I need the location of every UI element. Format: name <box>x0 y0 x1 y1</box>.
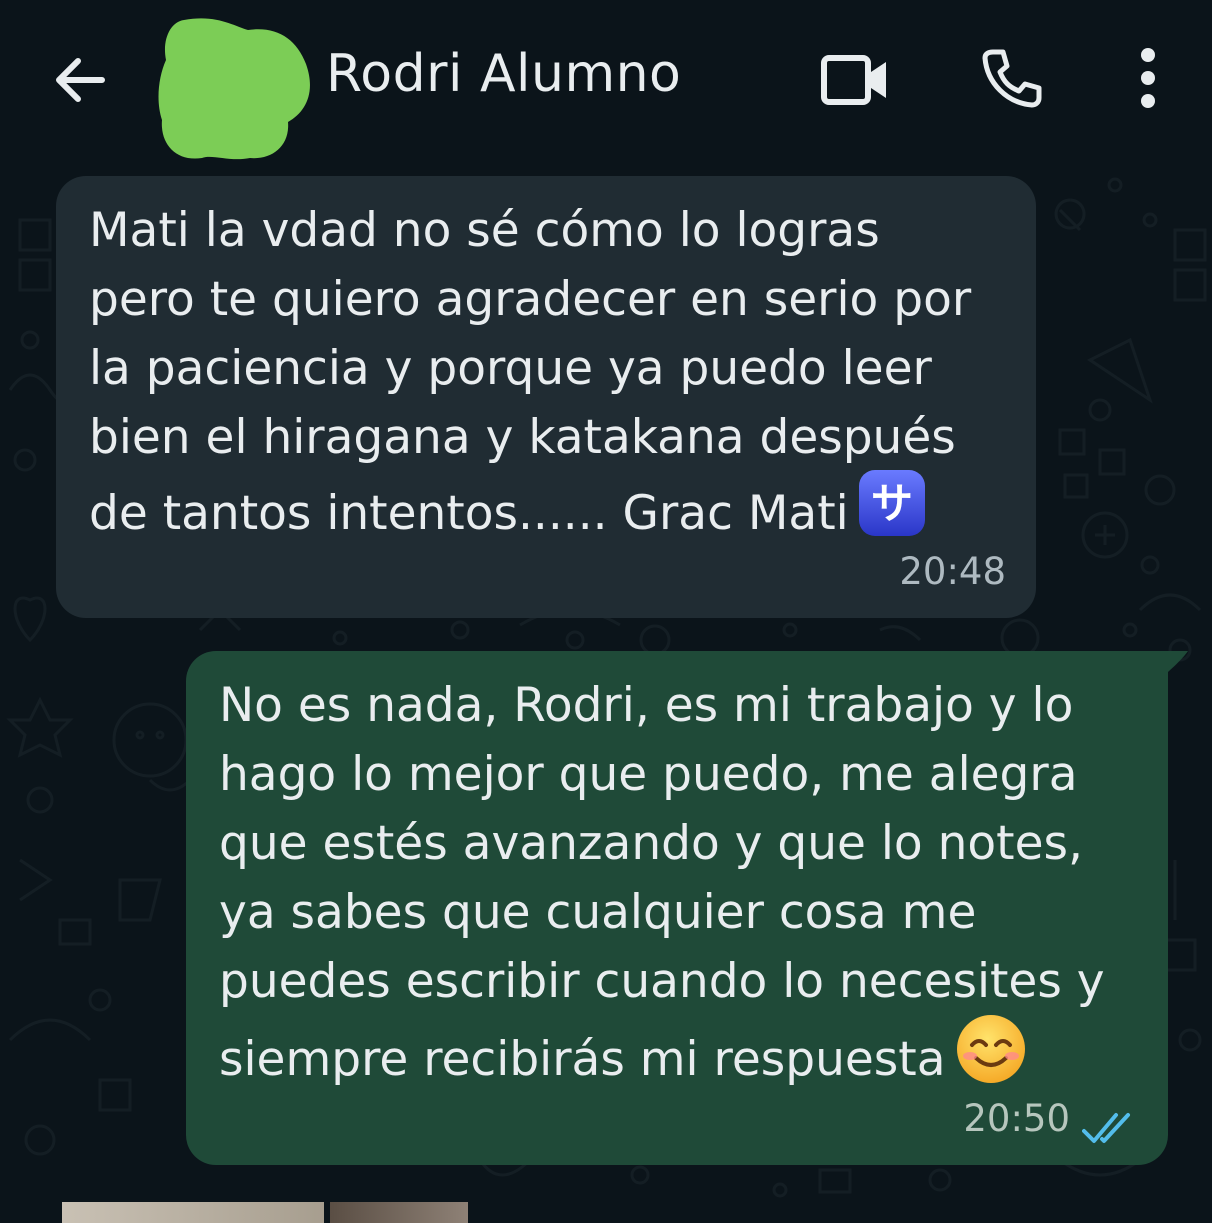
message-line: de tantos intentos...... Grac Mati <box>89 486 849 541</box>
message-line: ya sabes que cualquier cosa me <box>219 885 977 940</box>
image-message-thumbnail[interactable] <box>330 1202 468 1223</box>
message-time: 20:48 <box>899 550 1006 593</box>
image-message-thumbnail[interactable] <box>62 1202 324 1223</box>
arrow-left-icon <box>56 58 105 102</box>
video-call-button[interactable] <box>810 40 900 120</box>
double-check-read-icon <box>1082 1113 1130 1143</box>
voice-call-button[interactable] <box>966 38 1056 118</box>
message-text: Mati la vdad no sé cómo lo logras pero t… <box>89 196 1019 561</box>
message-line: bien el hiragana y katakana después <box>89 410 956 465</box>
outgoing-message[interactable]: No es nada, Rodri, es mi trabajo y lo ha… <box>186 651 1168 1165</box>
message-line: hago lo mejor que puedo, me alegra <box>219 747 1078 802</box>
message-line: la paciencia y porque ya puedo leer <box>89 341 932 396</box>
message-line: Mati la vdad no sé cómo lo logras <box>89 203 880 258</box>
phone-icon <box>982 49 1042 108</box>
video-camera-icon <box>821 55 886 105</box>
chat-screen: Rodri Alumno Mati la vdad no sé cómo lo … <box>0 0 1212 1223</box>
contact-name[interactable]: Rodri Alumno <box>326 44 681 104</box>
message-text: No es nada, Rodri, es mi trabajo y lo ha… <box>219 671 1149 1109</box>
incoming-message[interactable]: Mati la vdad no sé cómo lo logras pero t… <box>56 176 1036 618</box>
back-button[interactable] <box>40 40 120 120</box>
more-options-button[interactable] <box>1118 38 1178 118</box>
avatar[interactable] <box>156 12 316 162</box>
message-line: que estés avanzando y que lo notes, <box>219 816 1083 871</box>
chat-header: Rodri Alumno <box>0 0 1212 160</box>
message-time: 20:50 <box>963 1097 1070 1140</box>
message-line: siempre recibirás mi respuesta <box>219 1032 946 1087</box>
message-line: pero te quiero agradecer en serio por <box>89 272 972 327</box>
more-vertical-icon <box>1141 48 1155 108</box>
message-line: No es nada, Rodri, es mi trabajo y lo <box>219 678 1074 733</box>
svg-text:サ: サ <box>871 479 913 528</box>
message-line-with-emoji: de tantos intentos...... Grac Mati サ <box>89 470 1019 561</box>
message-line: puedes escribir cuando lo necesites y <box>219 954 1105 1009</box>
